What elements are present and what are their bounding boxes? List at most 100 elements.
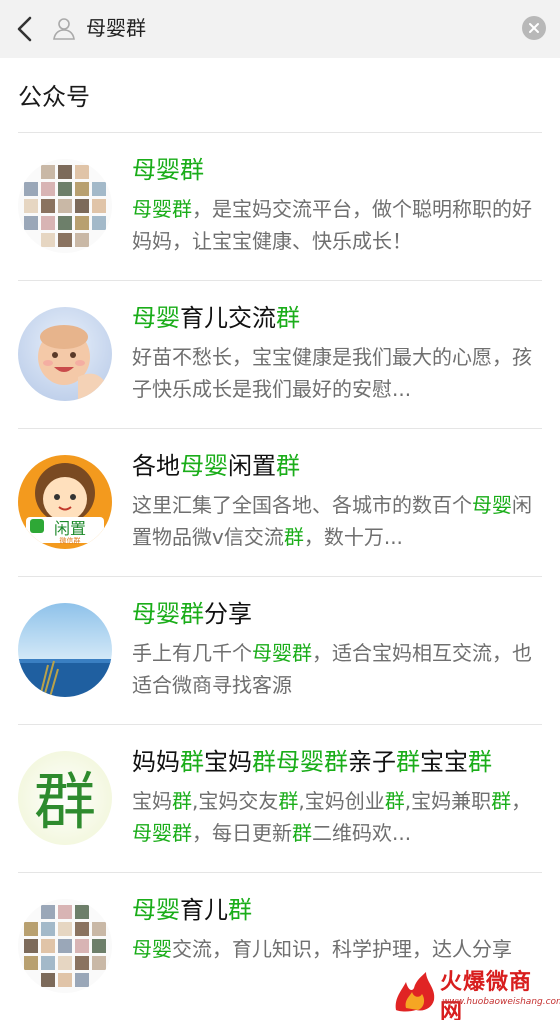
keyword-highlight: 群 — [276, 304, 300, 332]
thumbnail — [75, 182, 89, 196]
section-title: 公众号 — [18, 83, 90, 111]
text-segment: 这里汇集了全国各地、各城市的数百个 — [132, 493, 472, 517]
thumbnail — [58, 233, 72, 247]
keyword-highlight: 母婴群 — [252, 641, 312, 665]
clear-search-button[interactable] — [522, 16, 546, 40]
thumbnail — [75, 922, 89, 936]
back-button[interactable] — [6, 9, 46, 49]
thumbnail — [58, 216, 72, 230]
thumbnail — [24, 956, 38, 970]
thumbnail — [24, 939, 38, 953]
account-avatar: 闲置 微信群 — [18, 455, 112, 549]
thumbnail — [92, 939, 106, 953]
text-segment: 宝宝 — [420, 748, 468, 776]
search-input[interactable]: 母婴群 — [86, 13, 146, 43]
keyword-highlight: 群 — [396, 748, 420, 776]
result-description: 好苗不愁长，宝宝健康是我们最大的心愿，孩子快乐成长是我们最好的安慰... — [132, 341, 542, 405]
keyword-highlight: 母婴 — [132, 304, 180, 332]
thumbnail — [58, 165, 72, 179]
thumbnail — [58, 182, 72, 196]
keyword-highlight: 母婴 — [472, 493, 512, 517]
thumbnail — [41, 165, 55, 179]
thumbnail — [58, 922, 72, 936]
text-segment: 育儿交流 — [180, 304, 276, 332]
result-title: 母婴群 — [132, 153, 542, 187]
account-avatar — [18, 603, 112, 697]
thumbnail — [58, 939, 72, 953]
thumbnail — [58, 199, 72, 213]
result-item[interactable]: 母婴育儿交流群 好苗不愁长，宝宝健康是我们最大的心愿，孩子快乐成长是我们最好的安… — [0, 281, 560, 429]
text-segment: ，是宝妈交流平台，做个聪明称职的好妈妈，让宝宝健康、快乐成长！ — [132, 197, 532, 253]
result-description: 手上有几千个母婴群，适合宝妈相互交流，也适合微商寻找客源 — [132, 637, 542, 701]
thumbnail — [75, 939, 89, 953]
keyword-highlight: 群 — [252, 748, 276, 776]
thumbnail — [58, 905, 72, 919]
result-title: 母婴群分享 — [132, 597, 542, 631]
result-description: 这里汇集了全国各地、各城市的数百个母婴闲置物品微v信交流群，数十万... — [132, 489, 542, 553]
logo-subtext: 微信群 — [60, 536, 81, 545]
text-segment: 分享 — [204, 600, 252, 628]
result-item[interactable]: 群 妈妈群宝妈群母婴群亲子群宝宝群 宝妈群,宝妈交友群,宝妈创业群,宝妈兼职群，… — [0, 725, 560, 873]
thumbnail — [75, 956, 89, 970]
thumbnail — [24, 182, 38, 196]
person-icon — [53, 18, 75, 40]
keyword-highlight: 群 — [491, 789, 512, 813]
text-segment: 手上有几千个 — [132, 641, 252, 665]
logo-text: 群 — [34, 765, 96, 838]
result-title: 各地母婴闲置群 — [132, 449, 542, 483]
thumbnail — [75, 233, 89, 247]
keyword-highlight: 群 — [278, 789, 299, 813]
keyword-highlight: 母婴群 — [132, 821, 192, 845]
text-segment: ,宝妈创业 — [298, 789, 385, 813]
watermark-text: 火爆微商网 — [440, 970, 533, 1020]
text-segment: 育儿 — [180, 896, 228, 924]
keyword-highlight: 母婴 — [132, 937, 172, 961]
result-description: 母婴群，是宝妈交流平台，做个聪明称职的好妈妈，让宝宝健康、快乐成长！ — [132, 193, 542, 257]
thumbnail — [58, 956, 72, 970]
watermark-url: www.huobaoweishang.com — [442, 997, 560, 1007]
chevron-left-icon — [17, 16, 32, 42]
text-segment: 宝妈 — [132, 789, 172, 813]
thumbnail — [41, 216, 55, 230]
thumbnail — [24, 199, 38, 213]
keyword-highlight: 群 — [468, 748, 492, 776]
result-description: 母婴交流，育儿知识，科学护理，达人分享 — [132, 933, 542, 965]
thumbnail — [92, 199, 106, 213]
result-title: 母婴育儿交流群 — [132, 301, 542, 335]
thumbnail — [41, 939, 55, 953]
thumbnail — [75, 216, 89, 230]
logo-text: 闲置 — [54, 519, 86, 538]
keyword-highlight: 母婴 — [180, 452, 228, 480]
fire-logo-icon — [395, 972, 435, 1012]
thumbnail — [41, 973, 55, 987]
result-item[interactable]: 闲置 微信群 各地母婴闲置群 这里汇集了全国各地、各城市的数百个母婴闲置物品微v… — [0, 429, 560, 577]
keyword-highlight: 群 — [180, 748, 204, 776]
text-segment: ，数十万... — [303, 525, 403, 549]
text-segment: 好苗不愁长，宝宝健康是我们最大的心愿，孩子快乐成长是我们最好的安慰... — [132, 345, 532, 401]
account-avatar — [18, 159, 112, 253]
keyword-highlight: 母婴群 — [132, 156, 204, 184]
text-segment: 交流，育儿知识，科学护理，达人分享 — [172, 937, 512, 961]
thumbnail — [41, 182, 55, 196]
thumbnail — [41, 233, 55, 247]
keyword-highlight: 群 — [283, 525, 304, 549]
text-segment: 妈妈 — [132, 748, 180, 776]
thumbnail — [92, 956, 106, 970]
text-segment: 各地 — [132, 452, 180, 480]
thumbnail — [41, 956, 55, 970]
search-bar: 母婴群 — [0, 0, 560, 58]
text-segment: 宝妈 — [204, 748, 252, 776]
thumbnail — [41, 905, 55, 919]
result-item[interactable]: 母婴群 母婴群，是宝妈交流平台，做个聪明称职的好妈妈，让宝宝健康、快乐成长！ — [0, 133, 560, 281]
thumbnail — [24, 216, 38, 230]
account-avatar — [18, 899, 112, 993]
thumbnail — [75, 973, 89, 987]
keyword-highlight: 群 — [172, 789, 192, 813]
thumbnail — [75, 199, 89, 213]
keyword-highlight: 群 — [228, 896, 252, 924]
text-segment: ,宝妈交友 — [192, 789, 279, 813]
text-segment: ， — [511, 789, 532, 813]
keyword-highlight: 群 — [292, 821, 312, 845]
result-title: 妈妈群宝妈群母婴群亲子群宝宝群 — [132, 745, 542, 779]
result-item[interactable]: 母婴群分享 手上有几千个母婴群，适合宝妈相互交流，也适合微商寻找客源 — [0, 577, 560, 725]
